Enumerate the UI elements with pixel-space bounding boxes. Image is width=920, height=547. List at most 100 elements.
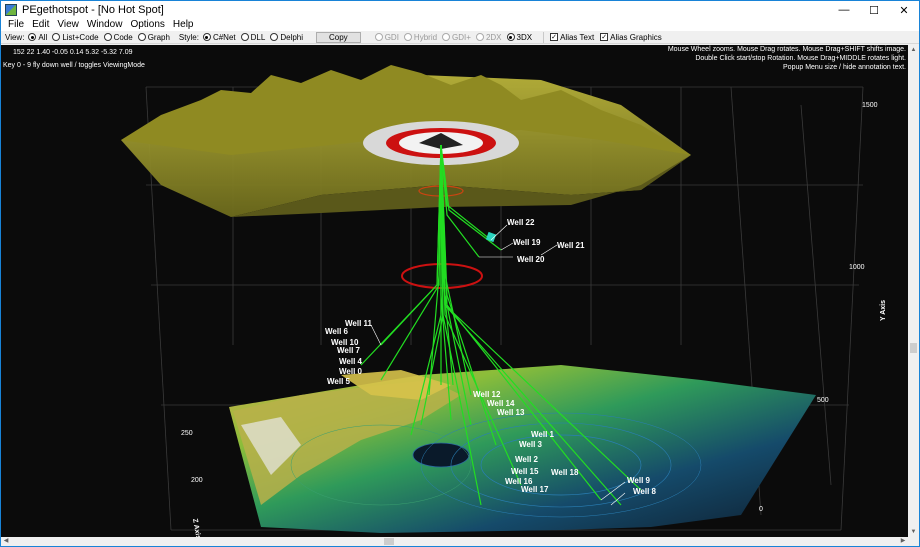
top-terrain-surface [121, 65, 691, 217]
radio-indicator [52, 33, 61, 41]
maximize-button[interactable]: ☐ [859, 1, 889, 19]
radio-label: C#Net [212, 32, 236, 42]
radio-indicator [403, 33, 412, 41]
radio-indicator [475, 33, 484, 41]
scroll-thumb[interactable] [384, 538, 394, 545]
y-tick: 1500 [862, 102, 878, 109]
menu-file[interactable]: File [4, 19, 28, 31]
window-controls: — ☐ ✕ [829, 1, 919, 19]
menu-edit[interactable]: Edit [28, 19, 53, 31]
radio-indicator [270, 33, 279, 41]
radio-indicator [103, 33, 112, 41]
well-label: Well 6 [325, 327, 349, 336]
scroll-thumb[interactable] [910, 343, 917, 353]
checkbox-label: Alias Graphics [610, 32, 662, 42]
well-label: Well 20 [517, 255, 545, 264]
radio-indicator [442, 33, 451, 41]
z-axis-title: Z Axis [191, 518, 202, 537]
view-radio-graph[interactable]: Graph [137, 32, 170, 42]
well-label: Well 1 [531, 430, 555, 439]
vertical-scrollbar[interactable]: ▲ ▼ [908, 45, 919, 537]
chart-viewport[interactable]: Well 22 Well 19 Well 21 Well 20 Well 11 … [1, 45, 908, 537]
well-label: Well 8 [633, 487, 657, 496]
render-radio-gdiplus[interactable]: GDI+ [442, 33, 471, 42]
style-radio-delphi[interactable]: Delphi [270, 33, 303, 42]
well-label: Well 15 [511, 467, 539, 476]
keyboard-hint: Key 0 - 9 fly down well / toggles Viewin… [3, 62, 145, 69]
alias-text-checkbox[interactable]: ✓ Alias Text [550, 33, 594, 42]
view-radio-list-code[interactable]: List+Code [52, 32, 99, 42]
well-label: Well 18 [551, 468, 579, 477]
menu-bar: File Edit View Window Options Help [1, 19, 919, 31]
radio-label: Graph [147, 32, 170, 42]
close-button[interactable]: ✕ [889, 1, 919, 19]
radio-label: 3DX [516, 32, 533, 42]
check-mark-icon: ✓ [550, 33, 559, 41]
radio-indicator [202, 33, 211, 41]
check-mark-icon: ✓ [600, 33, 609, 41]
well-label: Well 9 [627, 476, 651, 485]
well-label: Well 22 [507, 218, 535, 227]
view-radio-code[interactable]: Code [103, 32, 133, 42]
style-label: Style: [178, 32, 199, 42]
menu-options[interactable]: Options [126, 19, 168, 31]
title-bar[interactable]: PEgethotspot - [No Hot Spot] — ☐ ✕ [1, 1, 919, 19]
scroll-up-icon[interactable]: ▲ [908, 45, 919, 55]
scroll-down-icon[interactable]: ▼ [908, 527, 919, 537]
render-radio-gdi[interactable]: GDI [374, 33, 399, 42]
well-label: Well 19 [513, 238, 541, 247]
rotation-values: 152 22 1.40 -0.05 0.14 5.32 -5.32 7.09 [13, 49, 133, 56]
radio-label: Delphi [280, 32, 303, 42]
style-radio-csharp[interactable]: C#Net [202, 32, 236, 42]
menu-view[interactable]: View [53, 19, 83, 31]
radio-indicator [137, 33, 146, 41]
scroll-right-icon[interactable]: ▶ [898, 537, 908, 546]
scroll-left-icon[interactable]: ◀ [1, 537, 11, 546]
y-tick: 0 [759, 506, 763, 513]
well-label: Well 4 [339, 357, 363, 366]
radio-label: List+Code [62, 32, 99, 42]
z-tick: 200 [191, 477, 203, 484]
radio-label: GDI+ [452, 32, 471, 42]
help-line-1: Mouse Wheel zooms. Mouse Drag rotates. M… [667, 46, 906, 53]
z-tick: 250 [181, 430, 193, 437]
toolbar: View: All List+Code Code Graph Style: C#… [1, 31, 919, 44]
z-axis: 250 200 Z Axis [181, 430, 203, 537]
render-radio-3dx[interactable]: 3DX [506, 32, 533, 42]
well-label: Well 21 [557, 241, 585, 250]
scroll-corner [908, 537, 919, 546]
y-axis-title: Y Axis [880, 300, 887, 321]
y-tick: 500 [817, 397, 829, 404]
bottom-terrain-surface [229, 365, 816, 533]
render-radio-hybrid[interactable]: Hybrid [403, 32, 438, 42]
style-radio-dll[interactable]: DLL [240, 33, 265, 42]
well-label: Well 14 [487, 399, 515, 408]
app-window: PEgethotspot - [No Hot Spot] — ☐ ✕ File … [0, 0, 920, 547]
well-label: Well 0 [339, 367, 363, 376]
app-icon [5, 4, 17, 16]
minimize-button[interactable]: — [829, 1, 859, 19]
well-label: Well 12 [473, 390, 501, 399]
view-label: View: [5, 32, 25, 42]
radio-label: All [38, 32, 48, 42]
well-label: Well 13 [497, 408, 525, 417]
menu-help[interactable]: Help [169, 19, 198, 31]
horizontal-scrollbar[interactable]: ◀ ▶ [1, 537, 908, 546]
checkbox-label: Alias Text [560, 32, 595, 42]
well-label: Well 2 [515, 455, 539, 464]
well-label: Well 5 [327, 377, 351, 386]
3d-well-plot[interactable]: Well 22 Well 19 Well 21 Well 20 Well 11 … [1, 45, 908, 537]
toolbar-separator [543, 31, 545, 43]
menu-window[interactable]: Window [83, 19, 127, 31]
y-tick: 1000 [849, 264, 865, 271]
copy-button[interactable]: Copy [316, 31, 361, 43]
well-label: Well 7 [337, 346, 361, 355]
render-radio-2dx[interactable]: 2DX [475, 33, 502, 42]
radio-indicator [506, 33, 515, 41]
help-line-2: Double Click start/stop Rotation. Mouse … [695, 55, 906, 62]
radio-label: Code [113, 32, 133, 42]
radio-label: Hybrid [413, 32, 438, 42]
window-title: PEgethotspot - [No Hot Spot] [22, 4, 164, 16]
view-radio-all[interactable]: All [28, 33, 47, 42]
alias-graphics-checkbox[interactable]: ✓ Alias Graphics [600, 33, 662, 42]
